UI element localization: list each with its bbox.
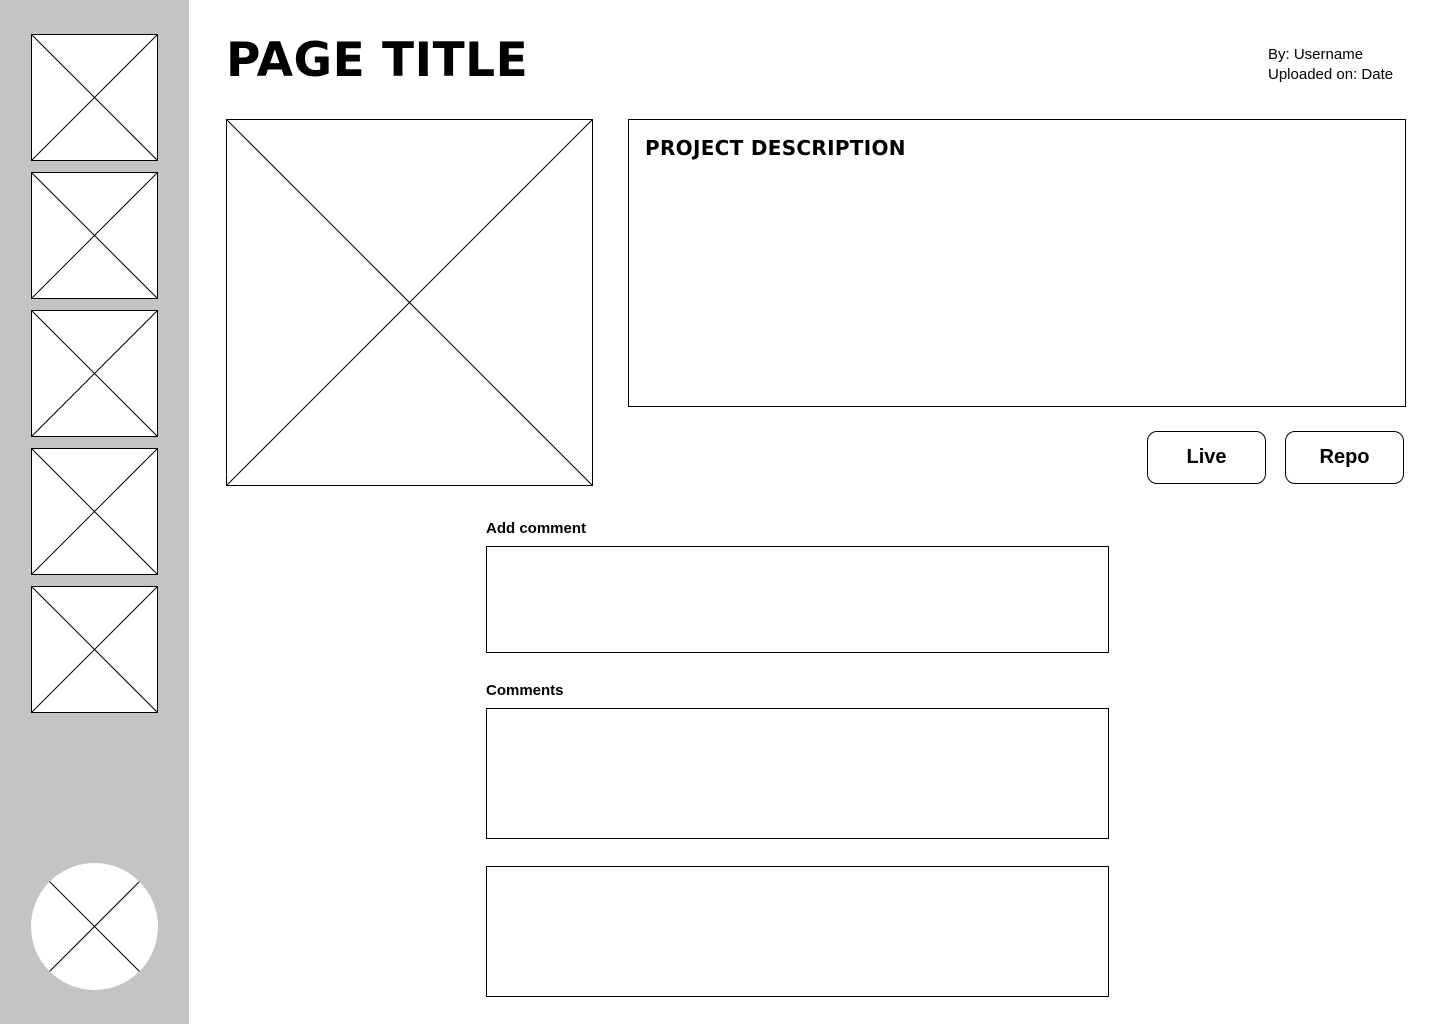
upload-date-text: Uploaded on: Date — [1268, 66, 1394, 83]
live-button[interactable]: Live — [1147, 431, 1266, 484]
add-comment-label: Add comment — [486, 520, 587, 537]
sidebar-thumbnail[interactable] — [31, 586, 158, 713]
project-description-title: PROJECT DESCRIPTION — [645, 136, 906, 160]
comment-item — [486, 708, 1109, 839]
sidebar-thumbnail[interactable] — [31, 172, 158, 299]
image-placeholder-icon — [31, 34, 158, 161]
project-page: PAGE TITLE By: Username Uploaded on: Dat… — [0, 0, 1440, 1024]
comments-label: Comments — [486, 682, 564, 699]
author-text: By: Username — [1268, 46, 1364, 63]
sidebar-thumbnail[interactable] — [31, 310, 158, 437]
add-comment-input[interactable] — [486, 546, 1109, 653]
comment-item — [486, 866, 1109, 997]
project-description-panel: PROJECT DESCRIPTION — [628, 119, 1406, 407]
project-image — [226, 119, 593, 486]
repo-button[interactable]: Repo — [1285, 431, 1404, 484]
image-placeholder-icon — [31, 172, 158, 299]
user-avatar[interactable] — [31, 863, 158, 990]
image-placeholder-icon — [31, 586, 158, 713]
sidebar-thumbnail[interactable] — [31, 448, 158, 575]
page-title: PAGE TITLE — [226, 33, 529, 88]
image-placeholder-icon — [31, 310, 158, 437]
sidebar — [0, 0, 189, 1024]
upload-meta: By: Username Uploaded on: Date — [1268, 45, 1393, 85]
sidebar-thumbnail[interactable] — [31, 34, 158, 161]
image-placeholder-icon — [226, 119, 593, 486]
image-placeholder-icon — [31, 448, 158, 575]
avatar-placeholder-icon — [48, 880, 141, 973]
